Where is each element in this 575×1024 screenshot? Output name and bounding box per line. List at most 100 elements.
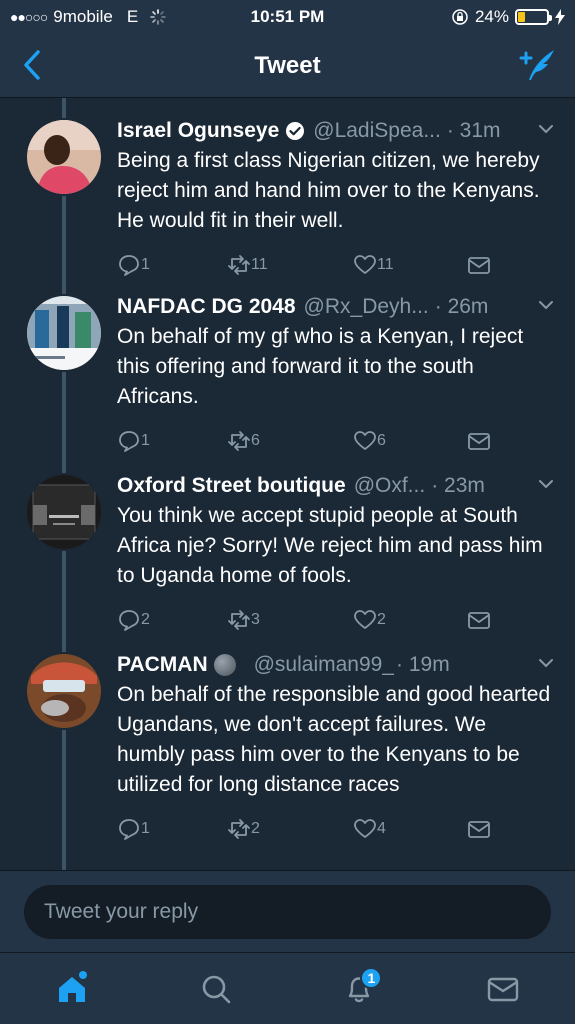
avatar[interactable] xyxy=(25,294,103,372)
charging-bolt-icon xyxy=(555,9,565,25)
like-count: 6 xyxy=(377,432,386,449)
heart-icon xyxy=(354,819,376,838)
envelope-icon xyxy=(468,612,490,629)
tweet-actions: 1 11 11 xyxy=(117,250,555,280)
battery-icon xyxy=(515,9,552,25)
reply-composer-bar: Tweet your reply xyxy=(0,870,575,952)
tweet-header: Israel Ogunseye @LadiSpea... · 31m xyxy=(117,116,555,146)
timestamp: · 31m xyxy=(446,119,501,142)
user-handle[interactable]: @Rx_Deyh... xyxy=(304,295,429,319)
tweet-actions: 2 3 2 xyxy=(117,605,555,635)
retweet-icon xyxy=(228,819,250,839)
like-count: 2 xyxy=(377,611,386,628)
page-title: Tweet xyxy=(254,51,321,79)
tweet-text: On behalf of my gf who is a Kenyan, I re… xyxy=(117,325,524,408)
envelope-icon xyxy=(468,257,490,274)
like-button[interactable]: 4 xyxy=(353,817,467,841)
retweet-button[interactable]: 6 xyxy=(227,429,353,453)
tab-messages[interactable] xyxy=(473,959,533,1019)
direct-message-button[interactable] xyxy=(467,253,491,277)
user-handle[interactable]: @sulaiman99_ xyxy=(254,653,394,677)
tweet-header: PACMAN @sulaiman99_ · 19m xyxy=(117,650,555,680)
signal-strength-icon: ●●○○○ xyxy=(10,9,48,25)
timestamp: · 26m xyxy=(434,295,489,318)
like-count: 11 xyxy=(377,256,394,273)
reply-icon xyxy=(119,431,139,452)
reply-count: 1 xyxy=(141,256,150,273)
envelope-icon xyxy=(468,821,490,838)
direct-message-button[interactable] xyxy=(467,429,491,453)
chevron-down-icon[interactable] xyxy=(537,654,555,672)
like-count: 4 xyxy=(377,820,386,837)
reply-button[interactable]: 2 xyxy=(117,608,227,632)
heart-icon xyxy=(354,255,376,274)
timestamp: · 19m xyxy=(396,653,450,676)
tab-bar: 1 xyxy=(0,952,575,1024)
navigation-bar: Tweet xyxy=(0,34,575,98)
reply-button[interactable]: 1 xyxy=(117,817,227,841)
retweet-count: 11 xyxy=(251,256,268,273)
battery-percent: 24% xyxy=(474,7,509,26)
tab-search[interactable] xyxy=(186,959,246,1019)
compose-tweet-icon[interactable] xyxy=(517,46,557,84)
tweet-text: Being a first class Nigerian citizen, we… xyxy=(117,149,540,232)
chevron-down-icon[interactable] xyxy=(537,296,555,314)
chevron-down-icon[interactable] xyxy=(537,475,555,493)
notifications-badge: 1 xyxy=(360,966,383,989)
avatar[interactable] xyxy=(25,118,103,196)
reply-button[interactable]: 1 xyxy=(117,429,227,453)
status-left: ●●○○○ 9mobile E xyxy=(10,7,166,27)
heart-icon xyxy=(354,610,376,629)
timestamp: · 23m xyxy=(431,474,485,497)
envelope-icon xyxy=(487,977,519,1001)
display-name[interactable]: Oxford Street boutique xyxy=(117,474,346,498)
tweet-header: NAFDAC DG 2048 @Rx_Deyh... · 26m xyxy=(117,292,555,322)
back-chevron-icon[interactable] xyxy=(18,48,48,82)
new-content-dot xyxy=(78,970,87,979)
retweet-icon xyxy=(228,610,250,630)
tab-home[interactable] xyxy=(42,959,102,1019)
direct-message-button[interactable] xyxy=(467,817,491,841)
reply-count: 2 xyxy=(141,611,150,628)
moon-emoji-icon xyxy=(213,654,236,676)
avatar[interactable] xyxy=(25,473,103,551)
reply-input[interactable]: Tweet your reply xyxy=(24,885,551,939)
tab-notifications[interactable]: 1 xyxy=(329,959,389,1019)
heart-icon xyxy=(354,431,376,450)
reply-icon xyxy=(119,819,139,840)
display-name[interactable]: Israel Ogunseye xyxy=(117,119,279,143)
reply-icon xyxy=(119,610,139,631)
tweet-actions: 1 6 6 xyxy=(117,426,555,456)
chevron-down-icon[interactable] xyxy=(537,120,555,138)
avatar[interactable] xyxy=(25,652,103,730)
tweet-thread: Israel Ogunseye @LadiSpea... · 31m Being… xyxy=(0,98,575,870)
reply-icon xyxy=(119,255,139,276)
search-icon xyxy=(202,975,230,1003)
activity-spinner-icon xyxy=(150,9,166,25)
like-button[interactable]: 11 xyxy=(353,253,467,277)
battery-level xyxy=(518,12,525,22)
display-name[interactable]: PACMAN xyxy=(117,653,208,677)
tweet-text: You think we accept stupid people at Sou… xyxy=(117,504,543,587)
tweet-header: Oxford Street boutique @Oxf... · 23m xyxy=(117,471,555,501)
display-name[interactable]: NAFDAC DG 2048 xyxy=(117,295,296,319)
network-type: E xyxy=(126,7,139,26)
retweet-button[interactable]: 11 xyxy=(227,253,353,277)
retweet-icon xyxy=(228,431,250,451)
envelope-icon xyxy=(468,433,490,450)
retweet-button[interactable]: 2 xyxy=(227,817,353,841)
reply-button[interactable]: 1 xyxy=(117,253,227,277)
reply-count: 1 xyxy=(141,432,150,449)
status-bar: ●●○○○ 9mobile E 10:51 PM 24% xyxy=(0,0,575,34)
retweet-count: 3 xyxy=(251,611,260,628)
user-handle[interactable]: @Oxf... xyxy=(354,474,426,498)
retweet-button[interactable]: 3 xyxy=(227,608,353,632)
orientation-lock-icon xyxy=(452,9,468,25)
user-handle[interactable]: @LadiSpea... xyxy=(313,119,441,143)
like-button[interactable]: 6 xyxy=(353,429,467,453)
direct-message-button[interactable] xyxy=(467,608,491,632)
retweet-count: 2 xyxy=(251,820,260,837)
like-button[interactable]: 2 xyxy=(353,608,467,632)
status-right: 24% xyxy=(451,7,565,27)
retweet-count: 6 xyxy=(251,432,260,449)
